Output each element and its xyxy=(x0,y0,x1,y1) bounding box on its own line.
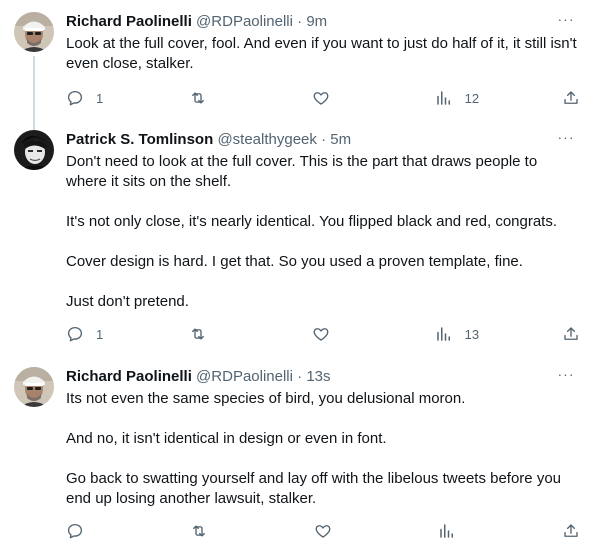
reply-icon xyxy=(67,326,83,342)
heart-icon xyxy=(313,92,329,105)
share-icon xyxy=(564,91,578,104)
tweet-paragraph: And no, it isn't identical in design or … xyxy=(66,430,387,447)
tweet-paragraph: Go back to swatting yourself and lay off… xyxy=(66,470,561,507)
display-name[interactable]: Richard Paolinelli xyxy=(66,368,192,385)
retweet-icon xyxy=(191,328,204,340)
views-icon xyxy=(436,91,450,105)
tweet[interactable]: Patrick S. Tomlinson @stealthygeek · 5m … xyxy=(0,130,594,350)
reply-button[interactable] xyxy=(66,522,106,540)
reply-icon xyxy=(67,523,83,539)
views-icon xyxy=(436,327,450,341)
avatar[interactable] xyxy=(14,12,54,52)
tweet-header: Richard Paolinelli @RDPaolinelli · 9m xyxy=(66,12,580,32)
tweet-paragraph: Don't need to look at the full cover. Th… xyxy=(66,153,538,190)
tweet-paragraph: Look at the full cover, fool. And even i… xyxy=(66,35,577,72)
reply-button[interactable]: 1 xyxy=(66,89,106,107)
views-button[interactable] xyxy=(438,522,478,540)
share-icon xyxy=(564,524,578,537)
share-icon xyxy=(564,327,578,340)
timestamp[interactable]: 9m xyxy=(306,13,327,30)
views-count: 13 xyxy=(464,326,480,342)
like-button[interactable] xyxy=(312,89,352,107)
separator-dot: · xyxy=(321,131,327,148)
tweet-text: Don't need to look at the full cover. Th… xyxy=(66,152,580,312)
views-icon xyxy=(440,524,453,538)
tweet-text: Look at the full cover, fool. And even i… xyxy=(66,34,580,74)
heart-icon xyxy=(313,328,329,341)
retweet-button[interactable] xyxy=(190,522,230,540)
display-name[interactable]: Patrick S. Tomlinson xyxy=(66,131,213,148)
separator-dot: · xyxy=(297,13,303,30)
tweet-actions: 1 12 xyxy=(66,88,580,108)
tweet-paragraph: It's not only close, it's nearly identic… xyxy=(66,213,558,230)
retweet-icon xyxy=(191,92,204,104)
views-count: 12 xyxy=(464,90,480,106)
timestamp[interactable]: 5m xyxy=(330,131,351,148)
tweet-header: Patrick S. Tomlinson @stealthygeek · 5m xyxy=(66,130,580,150)
tweet-paragraph: Cover design is hard. I get that. So you… xyxy=(66,253,523,270)
reply-count: 1 xyxy=(96,326,104,342)
more-icon[interactable]: ··· xyxy=(552,367,580,387)
tweet-paragraph: Its not even the same species of bird, y… xyxy=(66,390,466,407)
retweet-button[interactable] xyxy=(189,325,229,343)
like-button[interactable] xyxy=(314,522,354,540)
tweet-text: Its not even the same species of bird, y… xyxy=(66,389,580,509)
more-icon[interactable]: ··· xyxy=(552,130,580,150)
tweet-header: Richard Paolinelli @RDPaolinelli · 13s xyxy=(66,367,580,387)
avatar[interactable] xyxy=(14,367,54,407)
timestamp[interactable]: 13s xyxy=(306,368,330,385)
views-button[interactable]: 12 xyxy=(435,89,479,107)
tweet[interactable]: Richard Paolinelli @RDPaolinelli · 9m ··… xyxy=(0,12,594,154)
tweet-actions: 1 13 xyxy=(66,324,580,344)
tweet[interactable]: Richard Paolinelli @RDPaolinelli · 13s ·… xyxy=(0,367,594,542)
separator-dot: · xyxy=(297,368,303,385)
share-button[interactable] xyxy=(562,325,580,343)
heart-icon xyxy=(315,525,331,538)
reply-icon xyxy=(67,90,83,106)
user-handle[interactable]: @RDPaolinelli xyxy=(196,13,293,30)
like-button[interactable] xyxy=(312,325,352,343)
user-handle[interactable]: @stealthygeek xyxy=(217,131,316,148)
retweet-button[interactable] xyxy=(189,89,229,107)
share-button[interactable] xyxy=(562,522,580,540)
display-name[interactable]: Richard Paolinelli xyxy=(66,13,192,30)
retweet-icon xyxy=(193,525,205,537)
views-button[interactable]: 13 xyxy=(435,325,479,343)
more-icon[interactable]: ··· xyxy=(552,12,580,32)
avatar[interactable] xyxy=(14,130,54,170)
tweet-actions xyxy=(66,521,580,541)
share-button[interactable] xyxy=(562,89,580,107)
user-handle[interactable]: @RDPaolinelli xyxy=(196,368,293,385)
tweet-paragraph: Just don't pretend. xyxy=(66,293,189,310)
reply-count: 1 xyxy=(96,90,104,106)
reply-button[interactable]: 1 xyxy=(66,325,106,343)
